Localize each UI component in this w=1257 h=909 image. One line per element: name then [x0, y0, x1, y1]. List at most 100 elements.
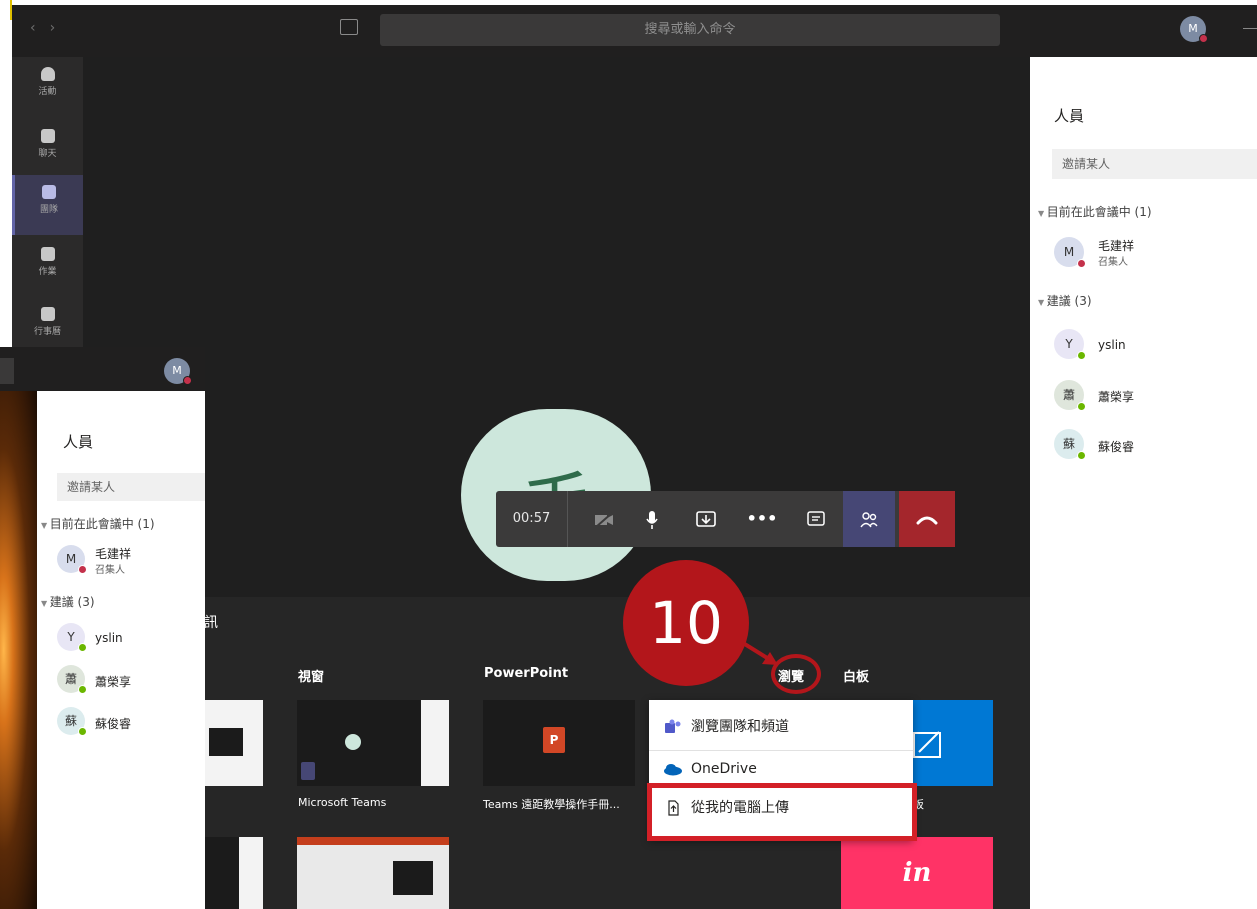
- participant-role: 召集人: [95, 565, 125, 576]
- calendar-icon: [40, 307, 55, 321]
- teams-icon: [42, 185, 56, 199]
- whiteboard-tile[interactable]: [913, 700, 993, 786]
- participants-icon[interactable]: [843, 491, 895, 547]
- participant-name: 毛建祥: [1098, 239, 1135, 253]
- section-in-meeting[interactable]: ▼ 目前在此會議中 (1): [1038, 203, 1152, 220]
- rail-label: 活動: [38, 87, 57, 97]
- user-avatar[interactable]: M: [1180, 16, 1208, 43]
- call-controls-bar: 00:57 •••: [496, 491, 955, 547]
- avatar-initial: M: [172, 364, 182, 377]
- avatar: M: [57, 545, 87, 574]
- avatar-initial: M: [1063, 245, 1075, 259]
- invite-input[interactable]: 邀請某人: [57, 473, 205, 501]
- annotation-highlight-box: [647, 783, 917, 841]
- caret-down-icon: ▼: [41, 599, 50, 608]
- history-nav[interactable]: ‹›: [30, 20, 69, 36]
- status-available-icon: [78, 685, 87, 694]
- section-in-meeting[interactable]: ▼ 目前在此會議中 (1): [41, 515, 155, 532]
- suggested-name[interactable]: 蘇俊睿: [1098, 438, 1134, 455]
- rail-label: 聊天: [38, 149, 57, 159]
- rail-item-teams[interactable]: 團隊: [12, 175, 83, 235]
- section-suggested[interactable]: ▼ 建議 (3): [41, 593, 95, 610]
- people-panel: 人員 邀請某人 ▼ 目前在此會議中 (1) M 毛建祥 召集人 ▼ 建議 (3)…: [1030, 57, 1257, 909]
- onedrive-cloud-icon: [664, 764, 682, 776]
- inset-search-input[interactable]: [0, 358, 14, 384]
- avatar-initial: M: [65, 552, 77, 566]
- section-label: 目前在此會議中 (1): [1046, 205, 1152, 219]
- avatar: Y: [57, 623, 87, 652]
- panel-title: 人員: [63, 433, 94, 451]
- window-caption: Microsoft Teams: [298, 796, 387, 809]
- status-busy-icon: [183, 376, 192, 385]
- share-tray-icon[interactable]: [686, 491, 726, 547]
- suggested-name[interactable]: yslin: [1098, 338, 1126, 352]
- suggested-name[interactable]: 蘇俊睿: [95, 715, 131, 732]
- annotation-ring: [771, 654, 821, 694]
- annotation-step-number: 10: [623, 560, 749, 686]
- suggested-name[interactable]: 蕭榮享: [1098, 388, 1134, 405]
- chat-icon[interactable]: [796, 491, 836, 547]
- inset-people-panel: 人員 邀請某人 ▼ 目前在此會議中 (1) M 毛建祥 召集人 ▼ 建議 (3)…: [37, 391, 205, 909]
- mic-icon[interactable]: [632, 491, 672, 547]
- column-header-window: 視窗: [298, 670, 325, 685]
- window-thumbnail-partial-2[interactable]: [205, 837, 263, 909]
- menu-item-label: 瀏覽團隊和頻道: [691, 719, 789, 735]
- avatar-initial: 蕭: [64, 672, 77, 686]
- status-available-icon: [1077, 451, 1086, 460]
- search-input[interactable]: 搜尋或輸入命令: [380, 14, 1000, 46]
- status-available-icon: [78, 643, 87, 652]
- caret-down-icon: ▼: [41, 521, 50, 530]
- avatar: 蘇: [1054, 429, 1086, 460]
- section-label: 建議 (3): [1046, 294, 1092, 308]
- avatar-initial: 蘇: [64, 714, 77, 728]
- invite-input[interactable]: 邀請某人: [1052, 149, 1257, 179]
- powerpoint-icon: P: [543, 727, 565, 753]
- column-header-powerpoint: PowerPoint: [484, 666, 569, 681]
- back-arrow-icon[interactable]: ‹: [30, 20, 50, 36]
- app-rail: 活動 聊天 團隊 作業 行事曆: [12, 57, 83, 347]
- rail-item-activity[interactable]: 活動: [12, 57, 83, 117]
- status-busy-icon: [1199, 34, 1208, 43]
- rail-item-assignments[interactable]: 作業: [12, 237, 83, 297]
- rail-label: 作業: [38, 267, 57, 277]
- forward-arrow-icon[interactable]: ›: [50, 20, 70, 36]
- avatar: M: [1054, 237, 1086, 268]
- participant-name: 毛建祥: [95, 547, 132, 561]
- window-thumbnail-partial[interactable]: [205, 700, 263, 786]
- section-suggested[interactable]: ▼ 建議 (3): [1038, 292, 1092, 309]
- more-options-icon[interactable]: •••: [742, 491, 782, 547]
- status-busy-icon: [78, 565, 87, 574]
- caret-down-icon: ▼: [1038, 209, 1047, 218]
- column-header-whiteboard: 白板: [843, 670, 870, 685]
- suggested-name[interactable]: 蕭榮享: [95, 673, 131, 690]
- avatar: 蕭: [57, 665, 87, 694]
- minimize-icon[interactable]: [1243, 28, 1257, 29]
- status-busy-icon: [1077, 259, 1086, 268]
- compose-icon[interactable]: [340, 19, 358, 35]
- avatar-initial: M: [1188, 22, 1198, 35]
- window-thumbnail-teams[interactable]: [297, 700, 449, 786]
- rail-label: 行事曆: [33, 327, 61, 337]
- avatar: 蘇: [57, 707, 87, 736]
- inset-background-image: [0, 391, 37, 909]
- avatar: Y: [1054, 329, 1086, 360]
- call-duration: 00:57: [496, 491, 568, 547]
- rail-item-chat[interactable]: 聊天: [12, 119, 83, 179]
- invision-tile[interactable]: in: [841, 837, 993, 909]
- section-label: 建議 (3): [49, 595, 95, 609]
- bell-icon: [40, 67, 55, 81]
- rail-label: 團隊: [39, 205, 58, 215]
- camera-off-icon[interactable]: [584, 491, 624, 547]
- suggested-name[interactable]: yslin: [95, 631, 123, 645]
- section-label: 目前在此會議中 (1): [49, 517, 155, 531]
- inset-user-avatar[interactable]: M: [164, 358, 192, 385]
- panel-title: 人員: [1054, 107, 1085, 125]
- avatar-initial: 蕭: [1062, 388, 1075, 402]
- avatar-initial: 蘇: [1062, 437, 1075, 451]
- status-available-icon: [1077, 402, 1086, 411]
- menu-item-browse-teams[interactable]: 瀏覽團隊和頻道: [649, 708, 913, 746]
- window-thumbnail-ppt[interactable]: [297, 837, 449, 909]
- hangup-icon[interactable]: [899, 491, 955, 547]
- teams-logo-icon: [665, 719, 681, 733]
- status-available-icon: [1077, 351, 1086, 360]
